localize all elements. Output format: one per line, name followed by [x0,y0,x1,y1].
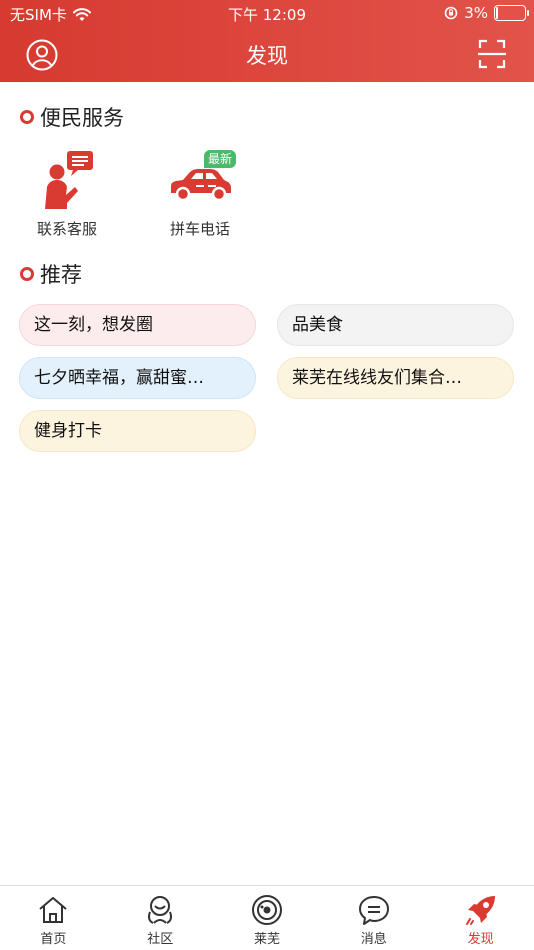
tab-discover[interactable]: 发现 [427,886,534,950]
tab-home[interactable]: 首页 [0,886,107,950]
scan-icon[interactable] [478,39,506,69]
battery-text: 3% [464,4,488,22]
service-carpool-phone[interactable]: 最新 拼车电话 [140,142,260,239]
status-right: 3% [444,4,529,22]
service-label: 拼车电话 [169,220,230,238]
battery-icon [494,5,529,21]
recommend-title-text: 推荐 [40,263,82,287]
battery-fill [496,7,498,19]
recommend-tag[interactable]: 健身打卡 [19,410,256,452]
services-section-title: 便民服务 [20,102,124,132]
recommend-section-title: 推荐 [20,259,82,289]
section-marker-icon [20,110,34,124]
recommend-tag[interactable]: 莱芜在线线友们集合… [277,357,514,399]
laiwu-icon [251,895,282,925]
tab-label: 消息 [360,932,387,947]
nav-bar: 发现 [0,28,534,82]
home-icon [39,897,68,923]
bottom-tab-bar: 首页 社区 莱芜 消息 发现 [0,885,534,950]
tab-community[interactable]: 社区 [107,886,214,950]
app-header: 无SIM卡 下午 12:09 3% 发现 [0,0,534,82]
page-title: 发现 [246,44,288,68]
recommend-tag[interactable]: 七夕晒幸福，赢甜蜜… [19,357,256,399]
community-icon [148,896,173,924]
orientation-lock-icon [444,6,458,20]
tab-messages[interactable]: 消息 [320,886,427,950]
status-bar: 无SIM卡 下午 12:09 3% [0,0,534,28]
section-marker-icon [20,267,34,281]
tab-label: 莱芜 [253,932,280,947]
service-customer-service[interactable]: 联系客服 [7,142,127,239]
recommend-tag[interactable]: 品美食 [277,304,514,346]
customer-service-icon [45,151,93,209]
service-label: 联系客服 [36,220,97,238]
message-icon [358,896,389,925]
tab-label: 发现 [467,932,494,947]
tab-laiwu[interactable]: 莱芜 [214,886,321,950]
tab-label: 社区 [147,932,174,947]
tab-label: 首页 [40,932,67,947]
discover-rocket-icon [465,896,495,925]
new-badge: 最新 [204,150,237,168]
recommend-tag[interactable]: 这一刻，想发圈 [19,304,256,346]
services-title-text: 便民服务 [40,106,124,130]
